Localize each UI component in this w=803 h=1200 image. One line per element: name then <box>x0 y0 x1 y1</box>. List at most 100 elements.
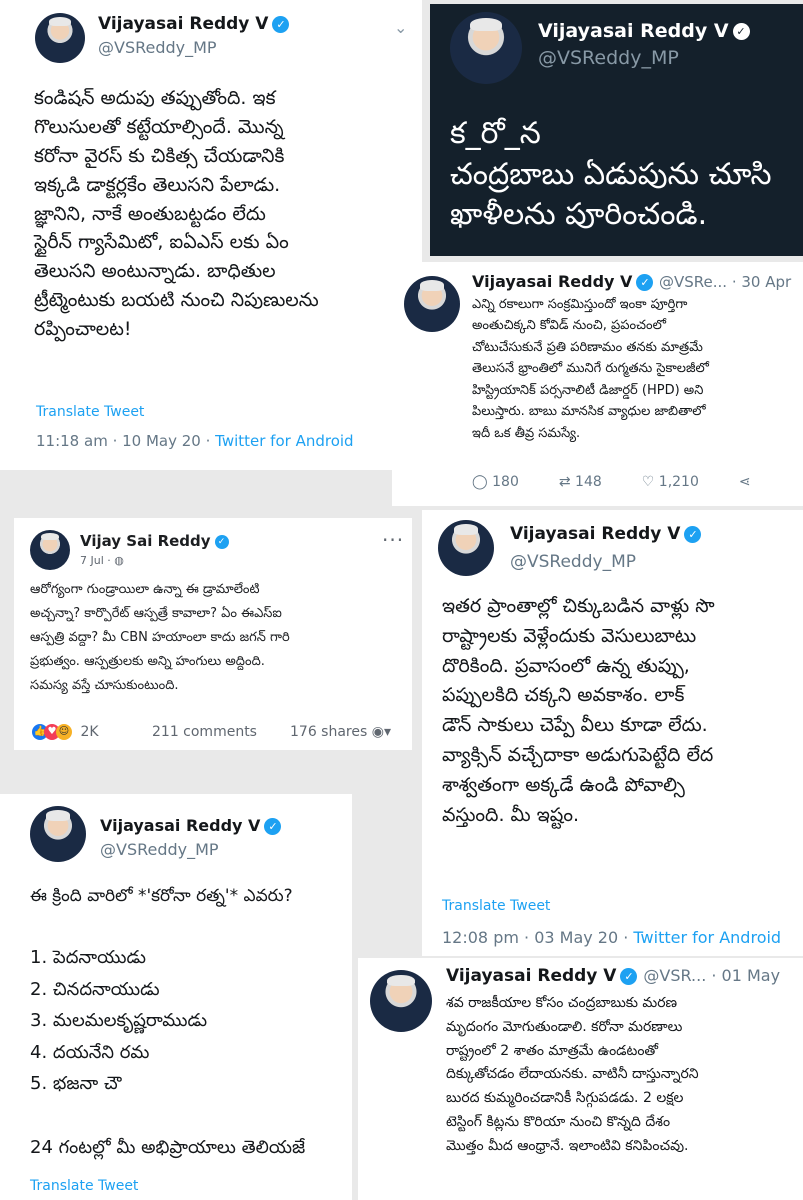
verified-badge-icon: ✓ <box>732 23 750 40</box>
text-line: 3. మలమలకృష్ణరాముడు <box>30 1010 208 1031</box>
author-handle[interactable]: @VSReddy_MP <box>510 552 636 572</box>
tweet-card-1: Vijayasai Reddy V ✓ @VSReddy_MP ⌄ కండిషన్… <box>0 0 422 470</box>
text-line: ఆరోగ్యంగా గుండ్రాయిలా ఉన్నా ఈ డ్రామాలేంట… <box>30 582 260 597</box>
verified-badge-icon: ✓ <box>214 534 229 549</box>
text-line: పిలుస్తారు. బాబు మానసిక వ్యాధుల జాబితాలో <box>472 404 706 420</box>
options-list: 1. పెదనాయుడు 2. చినదనాయుడు 3. మలమలకృష్ణరామ… <box>30 942 207 1100</box>
text-line: డౌన్ సాకులు చెప్పే వీలు కూడా లేదు. <box>442 714 708 737</box>
author-handle[interactable]: @VSReddy_MP <box>100 840 219 859</box>
tweet-timestamp[interactable]: 11:18 am · 10 May 20 · Twitter for Andro… <box>36 432 354 450</box>
author-name[interactable]: Vijayasai Reddy V ✓ <box>510 524 702 544</box>
author-name[interactable]: Vijayasai Reddy V ✓ <box>100 816 282 835</box>
haha-reaction-icon: ☺ <box>56 724 72 740</box>
text-line: ప్రభుత్వం. ఆస్పత్రులకు అన్ని హంగులు అద్ద… <box>30 654 265 670</box>
retweet-icon: ⇄ <box>558 474 571 490</box>
author-name[interactable]: Vijayasai Reddy V ✓ @VSRe... · 30 Apr <box>472 272 791 291</box>
author-name[interactable]: Vijayasai Reddy V ✓ <box>538 20 750 42</box>
handle-date[interactable]: @VSRe... · 30 Apr <box>659 273 791 291</box>
author-name[interactable]: Vijay Sai Reddy ✓ <box>80 532 229 550</box>
text-line: వ్యాక్సిన్ వచ్చేదాకా అడుగుపెట్టేది లేద <box>442 744 714 767</box>
text-line: ట్రీట్మెంటుకు బయటి నుంచి నిపుణులను <box>34 289 319 312</box>
shares-count[interactable]: 176 shares ◉▾ <box>290 724 391 740</box>
tweet-card-7: Vijayasai Reddy V ✓ @VSR... · 01 May శవ ర… <box>358 958 803 1200</box>
text-line: ఖాళీలను పూరించండి. <box>450 197 708 232</box>
text-line: టెస్టింగ్ కిట్లను కొరియా నుంచి కొన్నది ద… <box>446 1113 671 1130</box>
verified-badge-icon: ✓ <box>684 525 702 543</box>
text-line: ఇతర ప్రాంతాల్లో చిక్కుబడిన వాళ్లు సొ <box>442 595 715 617</box>
avatar[interactable] <box>30 806 86 862</box>
text-line: కండిషన్ అదుపు తప్పుతోంది. ఇక <box>34 87 276 109</box>
tweet-timestamp[interactable]: 12:08 pm · 03 May 20 · Twitter for Andro… <box>442 928 781 947</box>
avatar[interactable] <box>35 13 85 63</box>
post-text: ఆరోగ్యంగా గుండ్రాయిలా ఉన్నా ఈ డ్రామాలేంట… <box>30 578 290 698</box>
comments-count[interactable]: 211 comments <box>152 724 257 740</box>
text-line: వస్తుంది. మీ ఇష్టం. <box>442 803 579 826</box>
text-line: మొత్తం మీద ఆంధ్రానే. ఇలాంటివి కనిపించవు. <box>446 1137 689 1154</box>
text-line: శవ రాజకీయాల కోసం చంద్రబాబుకు మరణ <box>446 995 678 1011</box>
text-line: శాశ్వతంగా అక్కడే ఉండి పోవాల్సి <box>442 773 685 796</box>
tweet-text: కండిషన్ అదుపు తప్పుతోంది. ఇక గొలుసులతో కట… <box>34 84 319 344</box>
avatar[interactable] <box>404 276 460 332</box>
tweet-card-5: Vijayasai Reddy V ✓ @VSReddy_MP ఇతర ప్రాం… <box>422 510 803 956</box>
avatar[interactable] <box>370 970 432 1032</box>
text-line: పప్పులకిది చక్కని అవకాశం. లాక్ <box>442 684 685 707</box>
retweet-button[interactable]: ⇄ 148 <box>559 474 602 490</box>
post-date[interactable]: 7 Jul · ◍ <box>80 554 124 567</box>
verified-badge-icon: ✓ <box>264 818 282 835</box>
text-line: గొలుసులతో కట్టేయాల్సిందే. మొన్న <box>34 115 284 138</box>
text-line: ఇదీ ఒక తీవ్ర సమస్యే. <box>472 425 581 441</box>
avatar[interactable] <box>450 12 522 84</box>
author-handle[interactable]: @VSReddy_MP <box>538 47 679 69</box>
text-line: హిస్ట్రియానిక్ పర్సనాలిటీ డిజార్డర్ (HPD… <box>472 382 704 398</box>
author-handle[interactable]: @VSReddy_MP <box>98 38 217 57</box>
translate-tweet-link[interactable]: Translate Tweet <box>442 898 550 914</box>
tweet-actions: ◯ 180 ⇄ 148 ♡ 1,210 ⋖ <box>472 474 751 490</box>
text-line: ఎన్ని రకాలుగా సంక్రమిస్తుందో ఇంకా పూర్తి… <box>472 297 688 312</box>
share-button[interactable]: ⋖ <box>739 474 751 490</box>
text-line: తెలుసని అంటున్నాడు. బాధితుల <box>34 260 276 283</box>
text-line: 1. పెదనాయుడు <box>30 947 147 968</box>
verified-badge-icon: ✓ <box>272 15 290 33</box>
handle-date[interactable]: @VSR... · 01 May <box>643 966 780 985</box>
tweet-question: ఈ క్రింది వారిలో *'కరోనా రత్న'* ఎవరు? <box>30 886 293 906</box>
text-line: 4. దయనేని రమ <box>30 1041 150 1063</box>
text-line: రప్పించాలట! <box>34 318 132 340</box>
text-line: మృదంగం మోగుతుండాలి. కరోనా మరణాలు <box>446 1018 683 1035</box>
chevron-down-icon[interactable]: ⌄ <box>394 18 407 37</box>
text-line: రాష్ట్రంలో 2 శాతం మాత్రమే ఉండటంతో <box>446 1042 659 1059</box>
avatar[interactable] <box>438 520 494 576</box>
tweet-card-3: Vijayasai Reddy V ✓ @VSRe... · 30 Apr ఎన్… <box>392 262 803 506</box>
text-line: దిక్కుతోచడం లేదాయనకు. వాటినీ దాస్తున్నార… <box>446 1066 699 1083</box>
text-line: బురద కుమ్మరించడానికీ సిగ్గుపడడు. 2 లక్షల <box>446 1090 684 1107</box>
text-line: చంద్రబాబు ఏడుపును చూసి <box>450 156 772 192</box>
text-line: ఇక్కడి డాక్టర్లకేం తెలుసని పేలాడు. <box>34 173 281 196</box>
avatar[interactable] <box>30 530 70 570</box>
text-line: 2. చినదనాయుడు <box>30 978 160 1000</box>
text-line: దొరికింది. ప్రవాసంలో ఉన్న తుప్పు, <box>442 654 690 677</box>
profile-thumb-icon: ◉▾ <box>371 724 391 740</box>
text-line: అచ్చన్నా? కార్పొరేట్ ఆస్పత్రే కావాలా? ఏం… <box>30 606 282 622</box>
text-line: సమస్య వస్తే చూసుకుంటుంది. <box>30 678 179 694</box>
text-line: కరోనా వైరస్ కు చికిత్స చేయడానికి <box>34 144 285 167</box>
tweet-text: క_రో_న చంద్రబాబు ఏడుపును చూసి ఖాళీలను పూరి… <box>450 114 772 236</box>
like-button[interactable]: ♡ 1,210 <box>642 474 699 490</box>
translate-tweet-link[interactable]: Translate Tweet <box>36 404 144 420</box>
translate-tweet-link[interactable]: Translate Tweet <box>30 1178 138 1194</box>
heart-icon: ♡ <box>641 474 655 490</box>
verified-badge-icon: ✓ <box>636 274 654 291</box>
text-line: ఆస్పత్రి వద్దా? మీ CBN హయాంలా కాదు జగన్ … <box>30 630 290 646</box>
tweet-text: ఎన్ని రకాలుగా సంక్రమిస్తుందో ఇంకా పూర్తి… <box>472 294 709 444</box>
text-line: అంతుచిక్కని కోవిడ్ నుంచి, ప్రపంచంలో <box>472 318 666 334</box>
reply-button[interactable]: ◯ 180 <box>472 474 519 490</box>
text-line: 5. భజనా చౌ <box>30 1073 122 1094</box>
tweet-footer-text: 24 గంటల్లో మీ అభిప్రాయాలు తెలియజే <box>30 1137 306 1158</box>
more-options-icon[interactable]: ··· <box>382 528 404 552</box>
text-line: స్టైరీన్ గ్యాసేమిటో, ఐఏఎస్ లకు ఏం <box>34 231 289 254</box>
author-name[interactable]: Vijayasai Reddy V ✓ @VSR... · 01 May <box>446 966 780 986</box>
author-name[interactable]: Vijayasai Reddy V ✓ <box>98 14 290 34</box>
tweet-card-2: Vijayasai Reddy V ✓ @VSReddy_MP క_రో_న చంద… <box>430 4 803 256</box>
text-line: జ్ఞానిని, నాకే అంతుబట్టడం లేదు <box>34 202 266 225</box>
reactions[interactable]: 👍♥ ☺ 2K <box>32 724 99 740</box>
verified-badge-icon: ✓ <box>620 967 638 985</box>
tweet-text: శవ రాజకీయాల కోసం చంద్రబాబుకు మరణ మృదంగం మ… <box>446 992 699 1159</box>
